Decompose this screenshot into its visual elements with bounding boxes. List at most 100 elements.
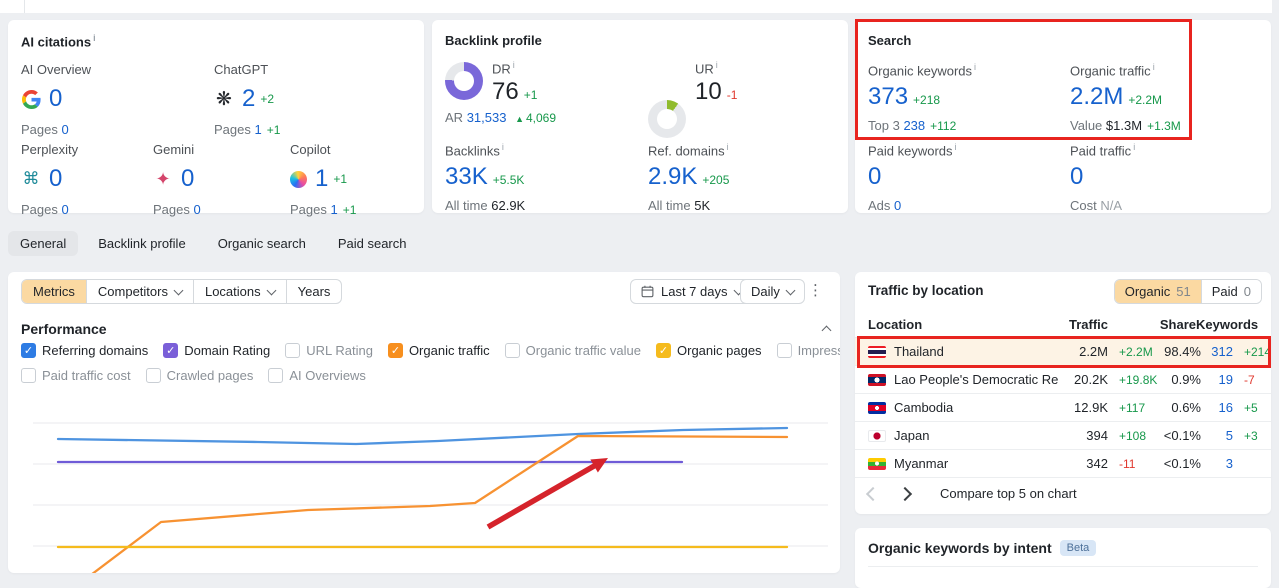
checkbox-icon[interactable]: ✓ bbox=[163, 343, 179, 358]
paid-traffic-value[interactable]: 0 bbox=[1070, 163, 1083, 190]
dr-metric: DR i 76 +1 bbox=[492, 60, 538, 106]
info-icon[interactable]: i bbox=[502, 142, 504, 152]
toggle-paid[interactable]: Paid 0 bbox=[1200, 280, 1261, 303]
table-row-japan[interactable]: Japan 394 +108 <0.1% 5 +3 bbox=[855, 422, 1271, 450]
checkbox-icon[interactable]: ✓ bbox=[21, 343, 36, 358]
checkbox-icon[interactable]: ✓ bbox=[387, 343, 403, 358]
pages-value[interactable]: 1 bbox=[331, 202, 338, 217]
table-row-myanmar[interactable]: Myanmar 342 -11 <0.1% 3 bbox=[855, 450, 1271, 478]
backlink-profile-card: Backlink profile DRi 76+1 AR 31,533 4,06… bbox=[432, 20, 848, 213]
chatgpt-value[interactable]: 2 bbox=[242, 87, 255, 111]
table-row-cambodia[interactable]: Cambodia 12.9K +117 0.6% 16 +5 bbox=[855, 394, 1271, 422]
pages-value[interactable]: 0 bbox=[62, 202, 69, 217]
segment-competitors[interactable]: Competitors bbox=[87, 280, 194, 303]
backlinks-value[interactable]: 33K bbox=[445, 163, 488, 190]
keywords-link[interactable]: 5 bbox=[1226, 428, 1233, 443]
tab-backlink-profile[interactable]: Backlink profile bbox=[86, 231, 197, 256]
gemini-metric: Gemini 0 Pages 0 bbox=[153, 142, 206, 217]
keywords-link[interactable]: 16 bbox=[1219, 400, 1233, 415]
performance-card: Metrics Competitors Locations Years Last… bbox=[8, 272, 840, 573]
top3-value[interactable]: 238 bbox=[903, 118, 925, 133]
chevron-down-icon bbox=[173, 285, 184, 295]
checkbox-organic-traffic-value[interactable]: Organic traffic value bbox=[504, 343, 641, 358]
ar-row: AR 31,533 4,069 bbox=[445, 110, 556, 125]
copilot-value[interactable]: 1 bbox=[315, 167, 328, 191]
perplexity-value[interactable]: 0 bbox=[49, 167, 62, 191]
tab-general[interactable]: General bbox=[8, 231, 79, 256]
metric-checkbox-list: ✓ Referring domains ✓ Domain Rating URL Rati… bbox=[21, 343, 840, 393]
dr-value: 76 bbox=[492, 78, 519, 106]
gemini-value[interactable]: 0 bbox=[181, 167, 194, 191]
date-range-button[interactable]: Last 7 days bbox=[630, 279, 753, 304]
intent-card: Organic keywords by intent Beta bbox=[855, 528, 1271, 588]
checkbox-crawled-pages[interactable]: Crawled pages bbox=[145, 368, 254, 383]
checkbox-organic-traffic[interactable]: ✓ Organic traffic bbox=[387, 343, 490, 358]
copilot-icon bbox=[290, 170, 307, 188]
ref-domains-value[interactable]: 2.9K bbox=[648, 163, 697, 190]
ads-value[interactable]: 0 bbox=[894, 198, 901, 213]
pages-value[interactable]: 0 bbox=[62, 122, 69, 137]
checkbox-icon[interactable] bbox=[504, 343, 520, 358]
table-row-thailand[interactable]: Thailand 2.2M +2.2M 98.4% 312 +214 bbox=[855, 338, 1271, 366]
backlinks-alltime: 62.9K bbox=[491, 198, 526, 214]
more-options-kebab-icon[interactable]: ⋮ bbox=[808, 281, 823, 299]
ref-domains-metric: Ref. domains i 2.9K +205 All time 5K bbox=[648, 142, 730, 214]
ar-value[interactable]: 31,533 bbox=[467, 110, 507, 125]
checkbox-icon[interactable] bbox=[21, 368, 36, 383]
collapse-chevron-up-icon[interactable] bbox=[821, 325, 832, 336]
ai-citations-card: AI citations i AI Overview 0 Pages 0 Chat… bbox=[8, 20, 424, 217]
divider bbox=[868, 566, 1258, 567]
checkbox-label: Paid traffic cost bbox=[42, 368, 131, 383]
checkbox-paid-traffic-cost[interactable]: Paid traffic cost bbox=[21, 368, 131, 383]
segment-years[interactable]: Years bbox=[287, 280, 342, 303]
info-icon[interactable]: i bbox=[727, 142, 729, 152]
granularity-button[interactable]: Daily bbox=[740, 279, 805, 304]
info-icon[interactable]: i bbox=[1153, 62, 1155, 72]
prev-page-chevron-icon[interactable] bbox=[865, 486, 881, 501]
checkbox-url-rating[interactable]: URL Rating bbox=[285, 343, 373, 358]
table-row-laos[interactable]: Lao People's Democratic Reput 20.2K +19.… bbox=[855, 366, 1271, 394]
info-icon[interactable]: i bbox=[974, 62, 976, 72]
next-page-chevron-icon[interactable] bbox=[897, 486, 913, 501]
checkbox-icon[interactable]: ✓ bbox=[656, 343, 671, 358]
checkbox-icon[interactable] bbox=[145, 368, 161, 383]
checkbox-organic-pages[interactable]: ✓ Organic pages bbox=[656, 343, 762, 358]
checkbox-icon[interactable] bbox=[268, 368, 284, 383]
pages-value[interactable]: 1 bbox=[255, 122, 262, 137]
tab-paid-search[interactable]: Paid search bbox=[326, 231, 419, 256]
thailand-flag-icon bbox=[868, 345, 886, 358]
info-icon[interactable]: i bbox=[716, 60, 718, 70]
ur-value: 10 bbox=[695, 78, 722, 106]
toggle-organic[interactable]: Organic 51 bbox=[1114, 280, 1201, 303]
traffic-value-usd: $1.3M bbox=[1105, 118, 1143, 134]
info-icon[interactable]: i bbox=[513, 60, 515, 70]
section-tabs: General Backlink profile Organic search … bbox=[8, 231, 419, 256]
tab-organic-search[interactable]: Organic search bbox=[206, 231, 318, 256]
compare-top5-link[interactable]: Compare top 5 on chart bbox=[940, 486, 1077, 501]
organic-keywords-metric: Organic keywords i 373 +218 Top 3 238 +112 bbox=[868, 62, 977, 134]
ai-overview-value[interactable]: 0 bbox=[49, 87, 62, 111]
checkbox-label: Crawled pages bbox=[166, 368, 254, 383]
keywords-link[interactable]: 3 bbox=[1226, 456, 1233, 471]
checkbox-referring-domains[interactable]: ✓ Referring domains bbox=[21, 343, 148, 358]
segment-metrics[interactable]: Metrics bbox=[22, 280, 87, 303]
checkbox-domain-rating[interactable]: ✓ Domain Rating bbox=[163, 343, 270, 358]
checkbox-icon[interactable] bbox=[776, 343, 792, 358]
keywords-link[interactable]: 19 bbox=[1219, 372, 1233, 387]
myanmar-flag-icon bbox=[868, 457, 886, 470]
pages-value[interactable]: 0 bbox=[194, 202, 201, 217]
info-icon[interactable]: i bbox=[1133, 142, 1135, 152]
keywords-link[interactable]: 312 bbox=[1211, 344, 1233, 359]
segment-locations[interactable]: Locations bbox=[194, 280, 287, 303]
info-icon[interactable]: i bbox=[93, 33, 96, 43]
perplexity-metric: Perplexity 0 Pages 0 bbox=[21, 142, 78, 217]
info-icon[interactable]: i bbox=[955, 142, 957, 152]
organic-keywords-value[interactable]: 373 bbox=[868, 83, 908, 110]
traffic-by-location-card: Traffic by location Organic 51 Paid 0 Loca… bbox=[855, 272, 1271, 514]
paid-keywords-value[interactable]: 0 bbox=[868, 163, 881, 190]
checkbox-icon[interactable] bbox=[285, 343, 301, 358]
checkbox-ai-overviews[interactable]: AI Overviews bbox=[268, 368, 366, 383]
checkbox-impressions[interactable]: Impressions bbox=[776, 343, 840, 358]
performance-chart[interactable] bbox=[8, 395, 840, 573]
organic-traffic-value[interactable]: 2.2M bbox=[1070, 83, 1123, 110]
